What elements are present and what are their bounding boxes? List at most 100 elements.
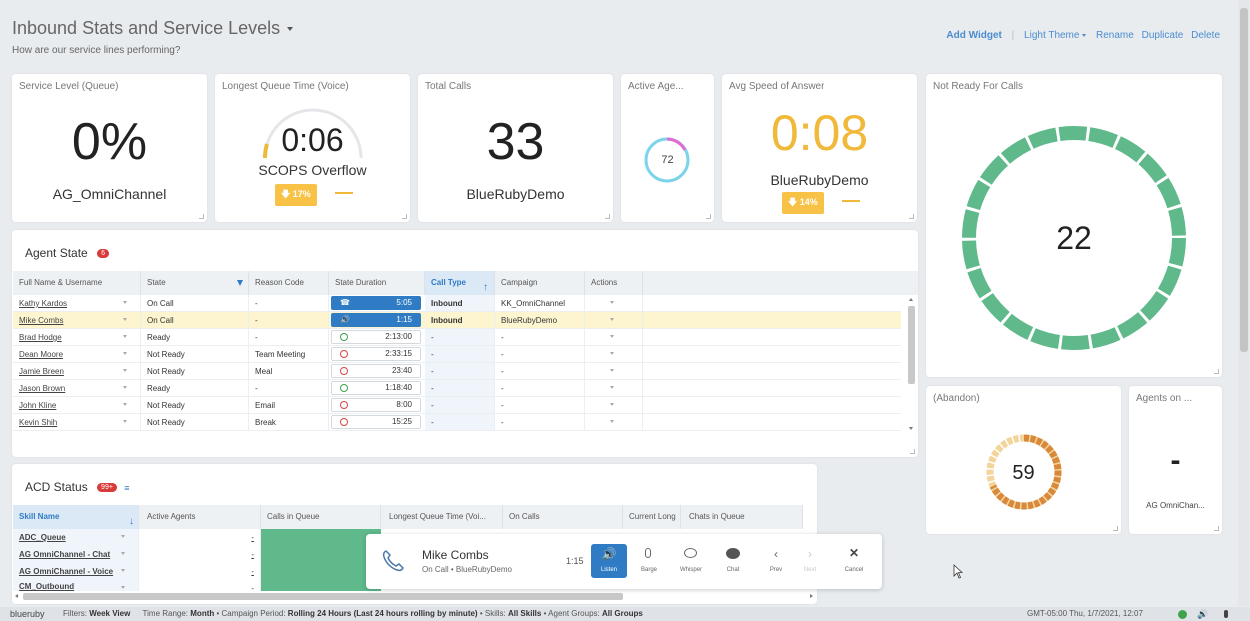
table-row[interactable]: Mike Combs On Call - 🔊 1:15 Inbound BlueR… <box>13 312 901 329</box>
col-calls-in-queue[interactable]: Calls in Queue <box>261 505 381 529</box>
chevron-down-icon[interactable] <box>123 386 127 389</box>
agent-name[interactable]: Jason Brown <box>19 384 65 393</box>
actions-cell[interactable] <box>585 397 643 414</box>
agent-name[interactable]: John Kline <box>19 401 56 410</box>
table-row[interactable]: Jason Brown Ready - 1:18:40 - - <box>13 380 901 397</box>
status-ok-icon[interactable] <box>1178 610 1187 619</box>
abandon-widget[interactable]: (Abandon) 59 <box>926 386 1121 534</box>
skill-name[interactable]: ADC_Queue <box>19 533 66 542</box>
active-agents-value[interactable]: - <box>251 533 254 542</box>
actions-cell[interactable] <box>585 312 643 329</box>
table-row[interactable]: Dean Moore Not Ready Team Meeting 2:33:1… <box>13 346 901 363</box>
settings-sliders-icon[interactable]: ≡ <box>124 483 129 493</box>
col-chats-in-queue[interactable]: Chats in Queue <box>683 505 803 529</box>
chevron-down-icon[interactable] <box>610 386 614 389</box>
duplicate-button[interactable]: Duplicate <box>1142 30 1184 41</box>
chevron-down-icon[interactable] <box>121 569 125 572</box>
skill-name-cell[interactable]: AG OmniChannel - Voice <box>13 563 139 580</box>
not-ready-widget[interactable]: Not Ready For Calls 22 <box>926 74 1222 377</box>
agent-name[interactable]: Jamie Breen <box>19 367 64 376</box>
agent-name-cell[interactable]: John Kline <box>13 397 141 414</box>
resize-handle[interactable] <box>1214 526 1219 531</box>
chevron-down-icon[interactable] <box>610 369 614 372</box>
col-call-type[interactable]: Call Type ↑ <box>425 271 495 295</box>
agent-name-cell[interactable]: Jamie Breen <box>13 363 141 380</box>
actions-cell[interactable] <box>585 329 643 346</box>
chat-button[interactable]: Chat <box>713 544 753 578</box>
scroll-thumb[interactable] <box>908 306 915 384</box>
resize-handle[interactable] <box>199 214 204 219</box>
table-row[interactable]: Kathy Kardos On Call - ☎ 5:05 Inbound KK_… <box>13 295 901 312</box>
agent-name-cell[interactable]: Jason Brown <box>13 380 141 397</box>
cancel-button[interactable]: ✕ Cancel <box>834 544 874 578</box>
avg-speed-widget[interactable]: Avg Speed of Answer 0:08 BlueRubyDemo 🡇 … <box>722 74 917 222</box>
theme-dropdown[interactable]: Light Theme <box>1024 30 1087 41</box>
resize-handle[interactable] <box>910 449 915 454</box>
col-current-long[interactable]: Current Long <box>623 505 681 529</box>
delete-button[interactable]: Delete <box>1191 30 1220 41</box>
table-row[interactable]: John Kline Not Ready Email 8:00 - - <box>13 397 901 414</box>
col-reason[interactable]: Reason Code <box>249 271 329 295</box>
col-actions[interactable]: Actions <box>585 271 643 295</box>
agent-table-scrollbar[interactable] <box>907 296 916 432</box>
actions-cell[interactable] <box>585 346 643 363</box>
table-row[interactable]: Brad Hodge Ready - 2:13:00 - - <box>13 329 901 346</box>
agent-name-cell[interactable]: Kathy Kardos <box>13 295 141 312</box>
actions-cell[interactable] <box>585 363 643 380</box>
agent-name-cell[interactable]: Mike Combs <box>13 312 141 329</box>
agent-name-cell[interactable]: Kevin Shih <box>13 414 141 431</box>
agent-name[interactable]: Kathy Kardos <box>19 299 67 308</box>
scroll-down-icon[interactable] <box>909 427 913 430</box>
active-agents-value[interactable]: - <box>251 550 254 559</box>
skill-name[interactable]: CM_Outbound <box>19 582 74 591</box>
page-title[interactable]: Inbound Stats and Service Levels <box>12 18 294 39</box>
active-agents-value[interactable]: - <box>251 584 254 591</box>
resize-handle[interactable] <box>1113 526 1118 531</box>
rename-button[interactable]: Rename <box>1096 30 1134 41</box>
active-agents-widget[interactable]: Active Age... 72 <box>621 74 714 222</box>
col-duration[interactable]: State Duration <box>329 271 425 295</box>
col-skill-name[interactable]: Skill Name ↓ <box>13 505 139 529</box>
col-active-agents[interactable]: Active Agents <box>141 505 261 529</box>
chevron-down-icon[interactable] <box>123 301 127 304</box>
scroll-right-icon[interactable] <box>810 594 813 598</box>
resize-handle[interactable] <box>402 214 407 219</box>
filters[interactable]: Filters: Week View Time Range: Month • C… <box>63 607 643 621</box>
chevron-down-icon[interactable] <box>121 586 125 589</box>
microphone-icon[interactable] <box>1224 610 1228 618</box>
agents-on-widget[interactable]: Agents on ... - AG OmniChan... <box>1129 386 1222 534</box>
scroll-up-icon[interactable] <box>909 298 913 301</box>
col-campaign[interactable]: Campaign <box>495 271 585 295</box>
col-name[interactable]: Full Name & Username <box>13 271 141 295</box>
next-button[interactable]: › Next <box>790 544 830 578</box>
agent-name-cell[interactable]: Brad Hodge <box>13 329 141 346</box>
barge-button[interactable]: Barge <box>629 544 669 578</box>
chevron-down-icon[interactable] <box>610 335 614 338</box>
chevron-down-icon[interactable] <box>610 403 614 406</box>
chevron-down-icon[interactable] <box>121 552 125 555</box>
chevron-down-icon[interactable] <box>287 27 294 32</box>
resize-handle[interactable] <box>605 214 610 219</box>
acd-horizontal-scrollbar[interactable] <box>13 592 815 601</box>
table-row[interactable]: Kevin Shih Not Ready Break 15:25 - - <box>13 414 901 431</box>
longest-queue-widget[interactable]: Longest Queue Time (Voice) 0:06 SCOPS Ov… <box>215 74 410 222</box>
chevron-down-icon[interactable] <box>123 420 127 423</box>
table-row[interactable]: Jamie Breen Not Ready Meal 23:40 - - <box>13 363 901 380</box>
agent-name[interactable]: Mike Combs <box>19 316 63 325</box>
scroll-thumb[interactable] <box>23 593 623 600</box>
add-widget-button[interactable]: Add Widget <box>946 30 1001 41</box>
page-scrollbar[interactable] <box>1238 0 1250 606</box>
whisper-button[interactable]: Whisper <box>671 544 711 578</box>
resize-handle[interactable] <box>909 214 914 219</box>
col-on-calls[interactable]: On Calls <box>503 505 623 529</box>
active-agents-value[interactable]: - <box>251 567 254 576</box>
chevron-down-icon[interactable] <box>123 369 127 372</box>
scroll-thumb[interactable] <box>1240 8 1248 352</box>
chevron-down-icon[interactable] <box>610 420 614 423</box>
resize-handle[interactable] <box>1214 369 1219 374</box>
chevron-down-icon[interactable] <box>121 535 125 538</box>
agent-name[interactable]: Kevin Shih <box>19 418 57 427</box>
scroll-left-icon[interactable] <box>15 594 18 598</box>
agent-name[interactable]: Dean Moore <box>19 350 63 359</box>
chevron-down-icon[interactable] <box>610 301 614 304</box>
